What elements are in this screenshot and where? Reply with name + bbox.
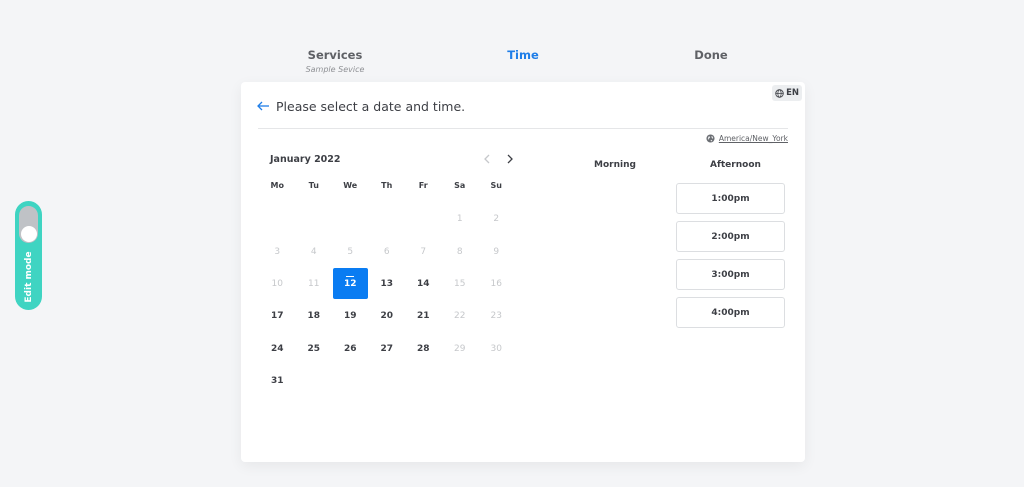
step-services-subtitle: Sample Sevice: [305, 65, 365, 74]
calendar-day-empty: [259, 203, 296, 235]
calendar-day: 2: [493, 214, 500, 225]
calendar-day: 6: [383, 246, 390, 257]
calendar-day: 29: [454, 343, 466, 354]
toggle-knob[interactable]: [20, 225, 37, 242]
next-month-button[interactable]: [503, 152, 517, 166]
calendar-day[interactable]: 18: [296, 300, 333, 332]
chevron-left-icon: [484, 154, 490, 164]
calendar-day[interactable]: 21: [405, 300, 442, 332]
chevron-right-icon: [507, 154, 513, 164]
weekday-label: Tu: [308, 181, 319, 190]
back-arrow-icon[interactable]: [257, 100, 270, 114]
calendar-day-selected[interactable]: 12: [332, 268, 368, 300]
calendar-day-empty: [405, 203, 442, 235]
calendar-day: 15: [454, 278, 466, 289]
toggle-track[interactable]: [19, 206, 38, 243]
calendar-day: 1: [456, 214, 463, 225]
time-slot-button[interactable]: 4:00pm: [676, 297, 785, 328]
calendar-day[interactable]: 13: [369, 268, 406, 300]
calendar-day[interactable]: 26: [332, 333, 369, 365]
calendar-week-row: 17 18 19 20 21 22 23: [259, 300, 515, 332]
time-slot-button[interactable]: 2:00pm: [676, 221, 785, 252]
step-services[interactable]: Services Sample Sevice: [255, 48, 415, 74]
calendar-day: 16: [490, 278, 502, 289]
time-slot-button[interactable]: 1:00pm: [676, 183, 785, 214]
month-label: January 2022: [270, 154, 341, 165]
morning-column-header: Morning: [594, 160, 636, 170]
calendar-day: 11: [308, 278, 320, 289]
calendar-day: 22: [454, 311, 466, 322]
calendar-day: 30: [490, 343, 502, 354]
calendar-day[interactable]: 20: [369, 300, 406, 332]
calendar-day: 5: [347, 246, 354, 257]
weekday-label: Su: [490, 181, 502, 190]
calendar-grid: 1 2 3 4 5 6 7 8 9 10 11 12 13 14 15 16 17 18 19 20 21 22 23 24 2…: [259, 203, 515, 397]
calendar-week-row: 10 11 12 13 14 15 16: [259, 268, 515, 300]
calendar-day: 4: [310, 246, 317, 257]
calendar-day-empty: [369, 203, 406, 235]
calendar-day[interactable]: 17: [259, 300, 296, 332]
weekday-label: Fr: [418, 181, 428, 190]
weekday-label: Mo: [270, 181, 284, 190]
time-slot-button[interactable]: 3:00pm: [676, 259, 785, 290]
timezone-link[interactable]: America/New_York: [719, 134, 788, 143]
edit-mode-toggle[interactable]: Edit mode: [15, 201, 42, 310]
calendar-week-row: 12: [259, 203, 515, 235]
language-button[interactable]: EN: [772, 85, 802, 101]
calendar-day[interactable]: 24: [259, 333, 296, 365]
globe-icon: [775, 88, 784, 98]
calendar-day[interactable]: 25: [296, 333, 333, 365]
booking-card: EN Please select a date and time. Americ…: [241, 82, 805, 462]
calendar-day-empty: [332, 203, 369, 235]
divider: [258, 128, 788, 129]
calendar-day-empty: [296, 203, 333, 235]
language-label: EN: [786, 88, 799, 98]
weekday-label: Sa: [454, 181, 466, 190]
calendar-day[interactable]: 14: [405, 268, 442, 300]
step-services-label: Services: [307, 48, 363, 62]
step-done[interactable]: Done: [631, 48, 791, 62]
timezone-selector[interactable]: America/New_York: [706, 134, 788, 143]
calendar-day: 23: [490, 311, 502, 322]
calendar-day: 8: [456, 246, 463, 257]
weekday-label: Th: [381, 181, 393, 190]
weekday-label: We: [343, 181, 358, 190]
calendar-day[interactable]: 31: [259, 365, 296, 397]
globe-icon: [706, 134, 715, 143]
prev-month-button[interactable]: [480, 152, 494, 166]
calendar-day: 7: [420, 246, 427, 257]
calendar-day[interactable]: 27: [369, 333, 406, 365]
calendar-week-row: 3 4 5 6 7 8 9: [259, 235, 515, 267]
calendar-day: 3: [274, 246, 281, 257]
step-time[interactable]: Time: [443, 48, 603, 62]
calendar-day[interactable]: 19: [332, 300, 369, 332]
afternoon-column-header: Afternoon: [710, 160, 761, 170]
calendar-week-row: 31: [259, 365, 515, 397]
step-time-label: Time: [507, 48, 539, 62]
calendar-day: 10: [271, 278, 283, 289]
edit-mode-label: Edit mode: [23, 251, 34, 303]
calendar-day[interactable]: 28: [405, 333, 442, 365]
page-heading: Please select a date and time.: [276, 99, 466, 114]
calendar-week-row: 24 25 26 27 28 29 30: [259, 333, 515, 365]
calendar-day: 9: [493, 246, 500, 257]
step-indicator: Services Sample Sevice Time Done: [240, 48, 806, 78]
weekday-header: Mo Tu We Th Fr Sa Su: [259, 181, 515, 190]
step-done-label: Done: [694, 48, 728, 62]
